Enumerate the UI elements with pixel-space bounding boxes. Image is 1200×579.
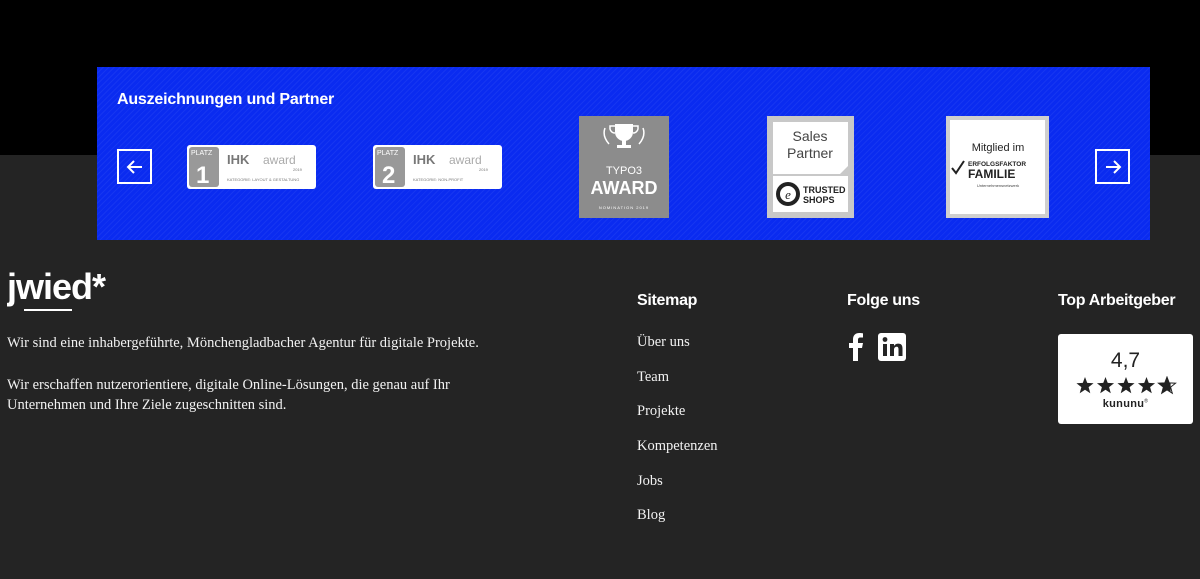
social-links: [848, 333, 906, 366]
svg-text:SHOPS: SHOPS: [803, 195, 835, 205]
linkedin-icon: [878, 333, 906, 361]
linkedin-link[interactable]: [878, 333, 906, 366]
carousel-prev-button[interactable]: [117, 149, 152, 184]
kununu-score: 4,7: [1110, 349, 1141, 372]
facebook-link[interactable]: [848, 333, 864, 366]
top-employer-heading: Top Arbeitgeber: [1058, 292, 1176, 309]
svg-text:AWARD: AWARD: [591, 178, 658, 198]
sitemap-heading: Sitemap: [637, 292, 698, 309]
kununu-stars: [1058, 376, 1193, 396]
erfolgsfaktor-familie-logo[interactable]: Mitglied im ERFOLGSFAKTOR FAMILIE Untern…: [946, 116, 1049, 218]
sitemap-list: Über uns Team Projekte Kompetenzen Jobs …: [637, 334, 718, 542]
typo3-award-logo[interactable]: TYPO3 AWARD NOMINATION 2019: [579, 116, 669, 218]
carousel-next-button[interactable]: [1095, 149, 1130, 184]
sitemap-link-kompetenzen[interactable]: Kompetenzen: [637, 438, 718, 473]
svg-text:KATEGORIE: NON-PROFIT: KATEGORIE: NON-PROFIT: [413, 177, 464, 182]
svg-text:Mitglied im: Mitglied im: [972, 142, 1025, 154]
rating-star: [1116, 377, 1135, 394]
svg-text:2019: 2019: [293, 167, 303, 172]
svg-text:Partner: Partner: [787, 145, 833, 161]
jwied-logo[interactable]: jwied*: [7, 272, 132, 316]
svg-text:PLATZ: PLATZ: [377, 150, 399, 157]
about-paragraph-2: Wir erschaffen nutzerorientiere, digital…: [7, 377, 450, 413]
svg-text:TRUSTED: TRUSTED: [803, 185, 846, 195]
svg-text:PLATZ: PLATZ: [191, 150, 213, 157]
svg-text:TYPO3: TYPO3: [606, 165, 642, 177]
kununu-logo: kununu®: [1102, 398, 1149, 410]
rating-star: [1096, 377, 1114, 394]
about-paragraph-1: Wir sind eine inhabergeführte, Mönchengl…: [7, 335, 479, 351]
sitemap-link-team[interactable]: Team: [637, 369, 718, 404]
svg-text:FAMILIE: FAMILIE: [968, 167, 1015, 181]
awards-title: Auszeichnungen und Partner: [117, 91, 335, 108]
ihk-award-platz-2-logo[interactable]: PLATZ 2 IHK award 2019 KATEGORIE: NON-PR…: [373, 145, 502, 189]
svg-text:2019: 2019: [479, 167, 489, 172]
follow-heading: Folge uns: [847, 292, 920, 309]
svg-text:IHK: IHK: [413, 152, 436, 167]
svg-text:Unternehmensnetzwerk: Unternehmensnetzwerk: [977, 183, 1019, 188]
about-text: Wir sind eine inhabergeführte, Mönchengl…: [7, 333, 517, 437]
arrow-left-icon: [126, 159, 142, 174]
svg-text:1: 1: [196, 162, 209, 189]
kununu-rating-badge[interactable]: 4,7 kununu®: [1058, 334, 1193, 424]
trusted-shops-sales-partner-logo[interactable]: Sales Partner e TRUSTED SHOPS: [767, 116, 854, 218]
svg-text:IHK: IHK: [227, 152, 250, 167]
arrow-right-icon: [1105, 159, 1121, 174]
svg-text:Sales: Sales: [792, 128, 827, 144]
awards-panel: Auszeichnungen und Partner PLATZ 1 IHK a…: [97, 67, 1150, 240]
rating-star: [1137, 377, 1155, 394]
svg-text:NOMINATION 2019: NOMINATION 2019: [599, 205, 649, 210]
ihk-award-platz-1-logo[interactable]: PLATZ 1 IHK award 2019 KATEGORIE: LAYOUT…: [187, 145, 316, 189]
sitemap-link-projekte[interactable]: Projekte: [637, 403, 718, 438]
facebook-icon: [849, 333, 863, 361]
svg-text:award: award: [263, 153, 296, 167]
sitemap-link-blog[interactable]: Blog: [637, 507, 718, 542]
svg-text:2: 2: [382, 162, 395, 189]
svg-text:award: award: [449, 153, 482, 167]
svg-text:e: e: [785, 187, 791, 202]
sitemap-link-ueber-uns[interactable]: Über uns: [637, 334, 718, 369]
rating-star: [1075, 377, 1094, 394]
sitemap-link-jobs[interactable]: Jobs: [637, 473, 718, 508]
svg-text:jwied*: jwied*: [7, 272, 106, 307]
svg-text:KATEGORIE: LAYOUT & GESTALTUNG: KATEGORIE: LAYOUT & GESTALTUNG: [227, 177, 299, 182]
